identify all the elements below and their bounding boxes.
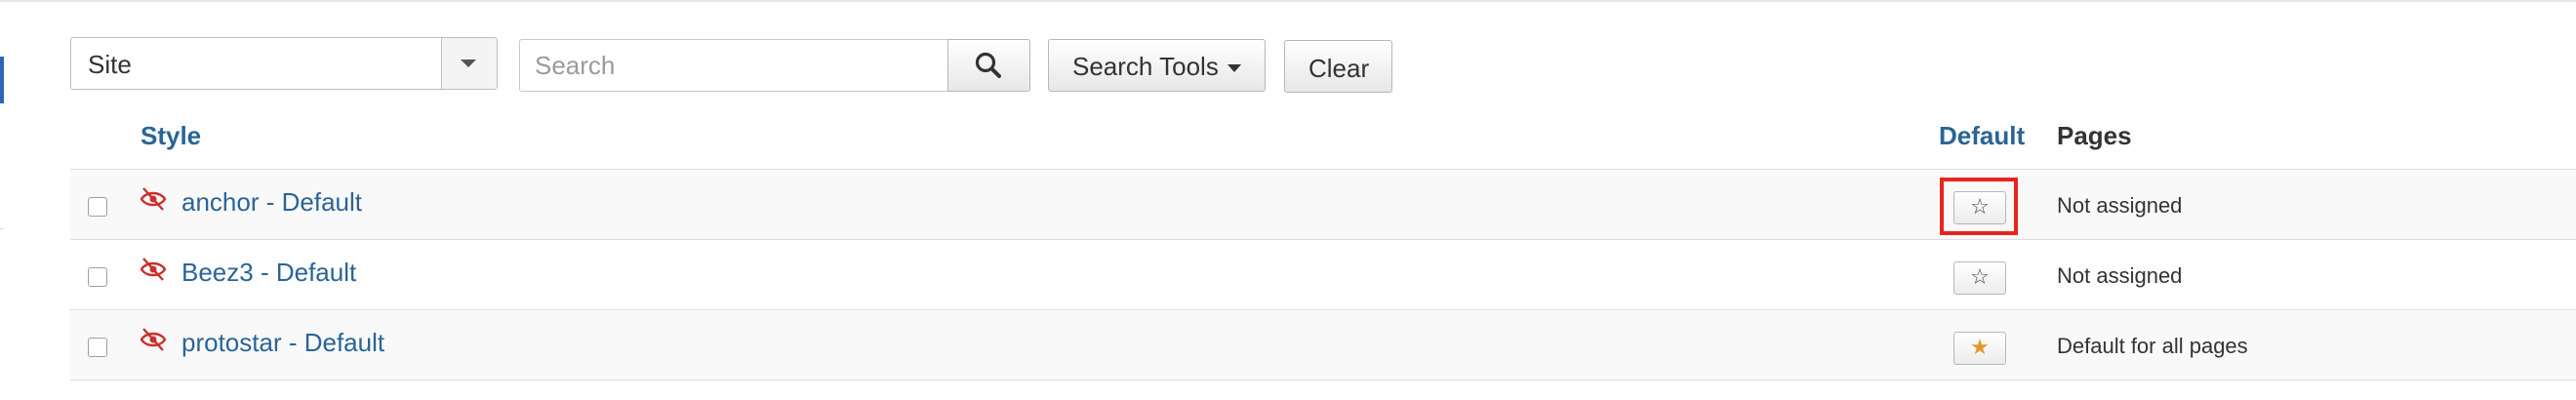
star-outline-icon: ☆ — [1970, 265, 1990, 290]
row-checkbox[interactable] — [88, 267, 107, 287]
search-button[interactable] — [947, 39, 1030, 92]
site-filter-select[interactable]: Site — [70, 37, 498, 90]
style-link[interactable]: protostar - Default — [181, 328, 384, 358]
highlight-box — [1940, 178, 2018, 235]
search-tools-button[interactable]: Search Tools — [1048, 39, 1266, 92]
table-row: Beez3 - Default ☆ Not assigned — [70, 239, 2576, 309]
site-filter-value: Site — [88, 50, 132, 79]
column-header-pages: Pages — [2057, 121, 2132, 150]
chevron-down-icon — [461, 60, 476, 67]
column-header-style[interactable]: Style — [141, 121, 201, 151]
pages-assignment: Default for all pages — [2057, 334, 2248, 358]
site-filter-dropdown-toggle[interactable] — [441, 38, 497, 89]
sidebar-active-indicator — [0, 57, 4, 103]
table-row: protostar - Default ★ Default for all pa… — [70, 309, 2576, 380]
set-default-button[interactable]: ☆ — [1953, 261, 2006, 295]
star-filled-icon: ★ — [1970, 336, 1990, 360]
eye-slash-icon — [140, 258, 167, 281]
sidebar-divider — [0, 228, 4, 229]
column-header-default[interactable]: Default — [1939, 121, 2025, 151]
caret-down-icon — [1228, 64, 1241, 72]
search-tools-label: Search Tools — [1072, 52, 1219, 81]
row-checkbox[interactable] — [88, 338, 107, 357]
eye-slash-icon — [140, 187, 167, 211]
clear-label: Clear — [1308, 54, 1370, 83]
style-link[interactable]: Beez3 - Default — [181, 258, 356, 288]
top-border — [0, 0, 2576, 2]
pages-assignment: Not assigned — [2057, 193, 2183, 218]
style-link[interactable]: anchor - Default — [181, 187, 362, 218]
search-input[interactable] — [519, 39, 948, 92]
eye-slash-icon — [140, 328, 167, 351]
clear-button[interactable]: Clear — [1284, 40, 1392, 93]
pages-assignment: Not assigned — [2057, 263, 2183, 288]
row-checkbox[interactable] — [88, 197, 107, 217]
search-icon — [975, 52, 1001, 78]
table-row: anchor - Default ☆ Not assigned — [70, 169, 2576, 239]
default-indicator-button[interactable]: ★ — [1953, 332, 2006, 365]
